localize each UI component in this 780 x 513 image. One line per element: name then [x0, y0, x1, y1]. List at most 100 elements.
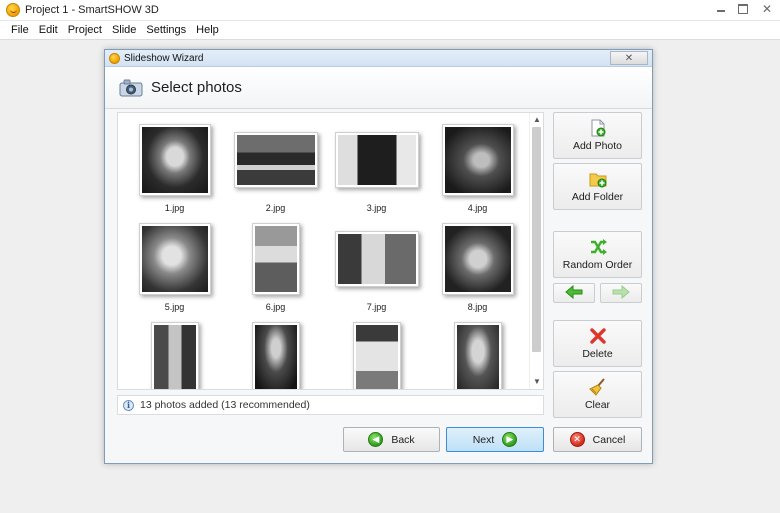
photo-thumbnail[interactable] — [334, 132, 419, 188]
add-photo-label: Add Photo — [572, 140, 623, 152]
menu-file[interactable]: File — [6, 24, 34, 36]
app-logo-icon — [6, 3, 20, 17]
menu-slide[interactable]: Slide — [107, 24, 141, 36]
random-order-label: Random Order — [562, 259, 633, 271]
menu-edit[interactable]: Edit — [34, 24, 63, 36]
minimize-icon[interactable] — [710, 2, 732, 16]
photo-thumb-wrap — [334, 121, 419, 199]
photo-grid-panel: 1.jpg 2.jpg 3.jpg 4.jpg 5.jpg 6.jpg 7.jpg 8.jpg… — [117, 112, 544, 390]
photo-thumbnail[interactable] — [441, 223, 514, 295]
photo-filename: 6.jpg — [265, 302, 286, 312]
photo-grid: 1.jpg 2.jpg 3.jpg 4.jpg 5.jpg 6.jpg 7.jpg 8.jpg — [118, 113, 530, 389]
dialog-close-button[interactable]: ✕ — [610, 51, 648, 65]
next-button[interactable]: Next ▶ — [446, 427, 544, 452]
photo-item[interactable]: 6.jpg — [225, 220, 326, 319]
photo-image — [141, 226, 208, 292]
scroll-up-icon[interactable]: ▲ — [533, 116, 541, 124]
shuffle-icon — [589, 238, 607, 256]
photo-image — [254, 226, 297, 292]
status-text: 13 photos added (13 recommended) — [140, 399, 310, 411]
cancel-label: Cancel — [592, 433, 626, 446]
photo-filename: 8.jpg — [467, 302, 488, 312]
add-folder-icon — [589, 170, 607, 188]
back-arrow-icon: ◀ — [368, 432, 384, 447]
photo-filename: 4.jpg — [467, 203, 488, 213]
photo-item[interactable] — [124, 319, 225, 389]
dialog-header: Select photos — [105, 67, 652, 109]
photo-image — [444, 226, 511, 292]
app-titlebar: Project 1 - SmartSHOW 3D ✕ — [0, 0, 780, 21]
delete-label: Delete — [582, 348, 613, 360]
app-title: Project 1 - SmartSHOW 3D — [25, 4, 159, 16]
photo-item[interactable]: 3.jpg — [326, 121, 427, 220]
clear-label: Clear — [584, 399, 611, 411]
photo-thumbnail[interactable] — [251, 223, 300, 295]
page-title: Select photos — [151, 79, 242, 96]
photo-thumbnail[interactable] — [441, 124, 514, 196]
photo-image — [355, 325, 398, 389]
menu-settings[interactable]: Settings — [141, 24, 191, 36]
photo-item[interactable]: 1.jpg — [124, 121, 225, 220]
back-button[interactable]: ◀ Back — [343, 427, 440, 452]
dialog-logo-icon — [109, 52, 120, 64]
photo-thumb-wrap — [441, 220, 514, 298]
delete-icon — [589, 327, 607, 345]
photo-image — [444, 127, 511, 193]
next-arrow-icon: ▶ — [502, 432, 518, 447]
photo-item[interactable] — [427, 319, 528, 389]
random-order-button[interactable]: Random Order — [553, 231, 642, 278]
delete-button[interactable]: Delete — [553, 320, 642, 367]
photo-thumb-wrap — [233, 121, 318, 199]
photo-filename: 3.jpg — [366, 203, 387, 213]
photo-image — [236, 135, 315, 185]
photo-thumb-wrap — [441, 121, 514, 199]
photo-filename: 1.jpg — [164, 203, 185, 213]
photo-thumb-wrap — [352, 319, 401, 389]
photo-thumb-wrap — [138, 121, 211, 199]
menu-project[interactable]: Project — [63, 24, 107, 36]
photo-thumb-wrap — [150, 319, 199, 389]
dialog-titlebar: Slideshow Wizard ✕ — [105, 50, 652, 67]
camera-icon — [119, 79, 143, 97]
photo-item[interactable]: 8.jpg — [427, 220, 528, 319]
dialog-title: Slideshow Wizard — [124, 52, 204, 64]
photo-thumbnail[interactable] — [334, 231, 419, 287]
maximize-icon[interactable] — [732, 2, 754, 16]
arrow-right-icon — [612, 284, 630, 302]
clear-button[interactable]: Clear — [553, 371, 642, 418]
menu-help[interactable]: Help — [191, 24, 224, 36]
photo-item[interactable]: 5.jpg — [124, 220, 225, 319]
photo-filename: 5.jpg — [164, 302, 185, 312]
photo-thumbnail[interactable] — [138, 124, 211, 196]
photo-image — [337, 234, 416, 284]
photo-thumb-wrap — [251, 220, 300, 298]
vertical-scrollbar[interactable]: ▲ ▼ — [529, 113, 543, 389]
add-folder-button[interactable]: Add Folder — [553, 163, 642, 210]
back-label: Back — [391, 433, 415, 446]
photo-image — [337, 135, 416, 185]
move-right-button[interactable] — [600, 283, 642, 303]
photo-thumb-wrap — [453, 319, 502, 389]
add-photo-button[interactable]: Add Photo — [553, 112, 642, 159]
status-bar: i 13 photos added (13 recommended) — [117, 395, 544, 415]
arrow-left-icon — [565, 284, 583, 302]
cancel-button[interactable]: ✕ Cancel — [553, 427, 642, 452]
photo-item[interactable]: 7.jpg — [326, 220, 427, 319]
photo-thumbnail[interactable] — [138, 223, 211, 295]
photo-item[interactable]: 2.jpg — [225, 121, 326, 220]
photo-thumbnail[interactable] — [352, 322, 401, 389]
photo-item[interactable] — [326, 319, 427, 389]
scroll-thumb[interactable] — [532, 127, 541, 352]
photo-item[interactable]: 4.jpg — [427, 121, 528, 220]
photo-image — [141, 127, 208, 193]
photo-image — [456, 325, 499, 389]
photo-item[interactable] — [225, 319, 326, 389]
photo-thumbnail[interactable] — [150, 322, 199, 389]
move-left-button[interactable] — [553, 283, 595, 303]
scroll-down-icon[interactable]: ▼ — [533, 378, 541, 386]
window-controls: ✕ — [710, 0, 780, 20]
photo-thumbnail[interactable] — [251, 322, 300, 389]
photo-thumbnail[interactable] — [233, 132, 318, 188]
close-icon[interactable]: ✕ — [754, 2, 780, 16]
photo-thumbnail[interactable] — [453, 322, 502, 389]
